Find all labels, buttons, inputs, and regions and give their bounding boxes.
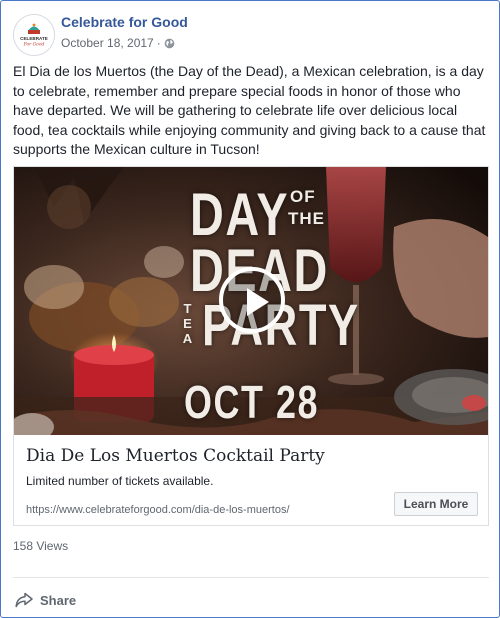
share-button[interactable]: Share [15,589,76,611]
avatar-logo-icon: CELEBRATE For Good [14,15,54,55]
link-preview-card[interactable]: DAY OF THE DEAD TEA PARTY OCT 28 Dia De … [13,166,489,526]
post-date[interactable]: October 18, 2017 [61,36,154,50]
post-body-text: El Dia de los Muertos (the Day of the De… [13,63,486,157]
share-label: Share [40,592,77,608]
play-icon [247,288,269,316]
learn-more-button[interactable]: Learn More [394,492,478,516]
link-card-title[interactable]: Dia De Los Muertos Cocktail Party [26,446,325,466]
divider [13,577,489,578]
page-name-link[interactable]: Celebrate for Good [61,14,188,30]
video-title-day: DAY [190,181,290,248]
video-thumbnail[interactable]: DAY OF THE DEAD TEA PARTY OCT 28 [14,167,488,435]
link-card-info[interactable]: Dia De Los Muertos Cocktail Party Limite… [14,435,488,525]
video-title-tea: TEA [180,301,195,346]
video-title-date: OCT 28 [184,376,319,428]
view-count: 158 Views [13,539,69,553]
video-title-of: OF [290,187,316,206]
share-icon [15,592,33,608]
avatar-text-top: CELEBRATE [20,36,48,41]
play-button[interactable] [219,267,285,333]
page-avatar[interactable]: CELEBRATE For Good [13,14,55,56]
link-card-description: Limited number of tickets available. [26,474,214,488]
link-card-url[interactable]: https://www.celebrateforgood.com/dia-de-… [26,504,290,516]
post-meta: October 18, 2017 · [61,36,175,50]
avatar-text-bottom: For Good [23,43,45,48]
meta-separator: · [156,36,161,50]
video-title-the: THE [288,209,325,228]
facebook-post: CELEBRATE For Good Celebrate for Good Oc… [0,0,500,618]
post-header: CELEBRATE For Good Celebrate for Good Oc… [13,12,483,56]
globe-icon[interactable] [164,38,175,49]
